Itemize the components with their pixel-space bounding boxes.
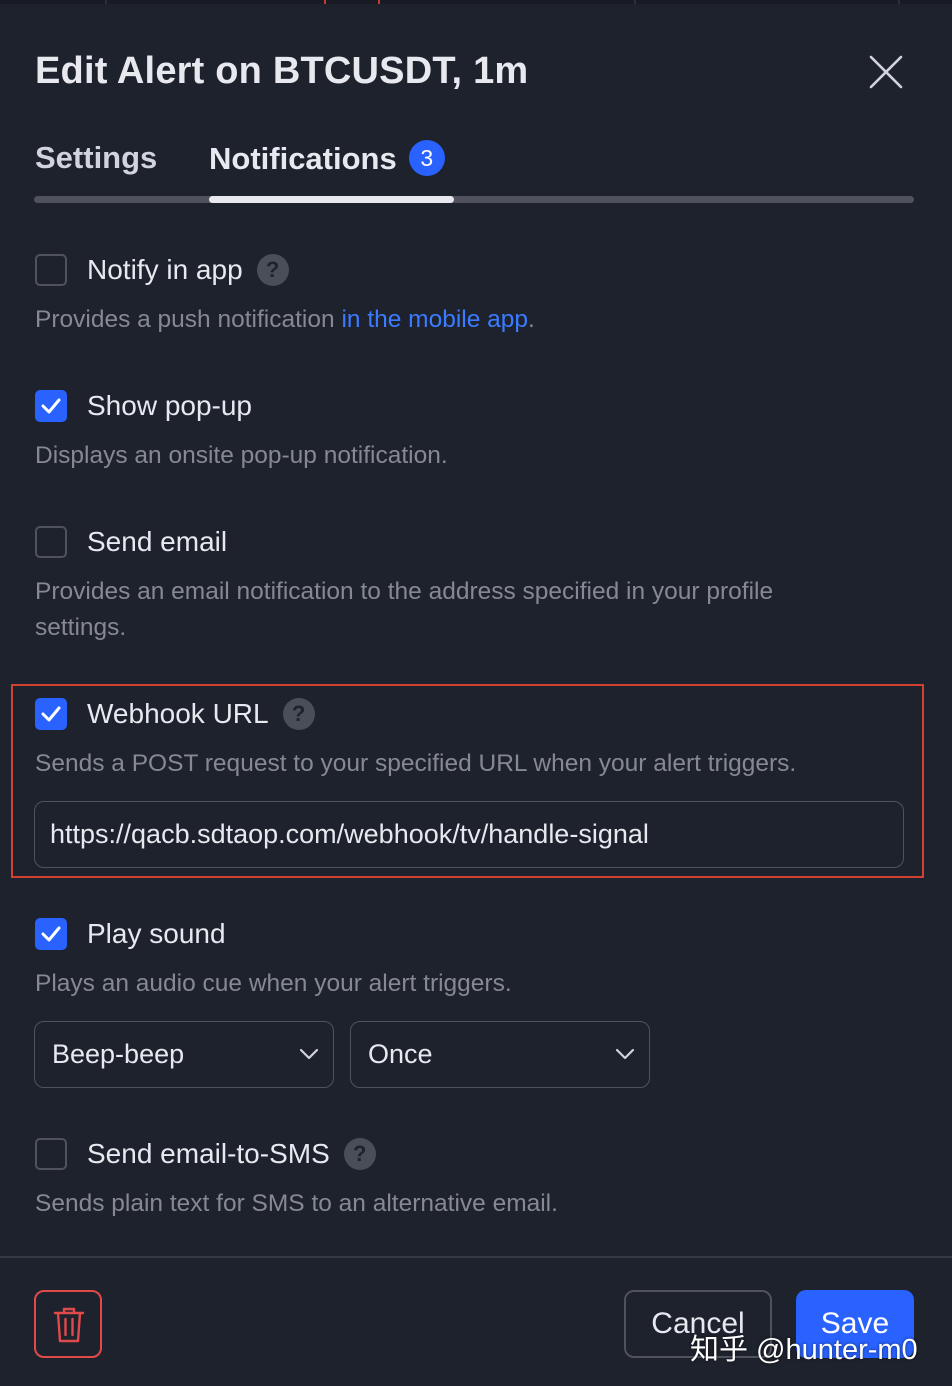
show-popup-label: Show pop-up: [87, 390, 253, 421]
chart-edge-strip: [0, 0, 952, 4]
play-sound-label: Play sound: [87, 918, 226, 949]
trash-icon: [53, 1307, 85, 1343]
delete-alert-button[interactable]: [34, 1290, 102, 1358]
send-email-desc-line1: Provides an email notification to the ad…: [35, 578, 774, 605]
dialog-title: Edit Alert on BTCUSDT, 1m: [35, 50, 529, 92]
play-sound-description: Plays an audio cue when your alert trigg…: [35, 970, 512, 997]
tab-notifications-label: Notifications: [209, 141, 397, 176]
show-popup-checkbox[interactable]: [35, 390, 67, 422]
help-icon[interactable]: ?: [256, 254, 289, 286]
footer-divider: [0, 1256, 952, 1258]
mobile-app-link[interactable]: in the mobile app: [341, 306, 528, 333]
send-email-to-sms-description: Sends plain text for SMS to an alternati…: [35, 1190, 558, 1217]
send-email-desc-line2: settings.: [35, 614, 127, 641]
chart-tick-red: [378, 0, 380, 4]
check-icon: [41, 398, 61, 414]
close-button[interactable]: [866, 52, 906, 92]
check-icon: [41, 706, 61, 722]
notify-in-app-description: Provides a push notification in the mobi…: [35, 302, 535, 338]
option-notify-in-app: Notify in app ? Provides a push notifica…: [35, 252, 535, 338]
show-popup-description: Displays an onsite pop-up notification.: [35, 442, 448, 469]
send-email-label: Send email: [87, 526, 228, 557]
chart-tick: [898, 0, 900, 4]
send-email-to-sms-label: Send email-to-SMS: [87, 1138, 330, 1169]
tab-active-indicator: [209, 196, 454, 203]
option-show-popup: Show pop-up Displays an onsite pop-up no…: [35, 388, 448, 474]
close-icon: [869, 55, 903, 89]
sound-select-value: Beep-beep: [52, 1039, 185, 1069]
help-icon[interactable]: ?: [343, 1138, 376, 1170]
send-email-description: Provides an email notification to the ad…: [35, 574, 773, 646]
option-play-sound: Play sound Plays an audio cue when your …: [35, 916, 512, 1002]
webhook-url-description: Sends a POST request to your specified U…: [35, 750, 797, 777]
webhook-url-checkbox[interactable]: [35, 698, 67, 730]
webhook-url-input[interactable]: https://qacb.sdtaop.com/webhook/tv/handl…: [34, 801, 904, 868]
tab-notifications[interactable]: Notifications 3: [209, 140, 445, 177]
chevron-down-icon: [299, 1048, 319, 1060]
help-icon[interactable]: ?: [282, 698, 315, 730]
chevron-down-icon: [615, 1048, 635, 1060]
chart-tick: [105, 0, 107, 4]
tab-track: [34, 196, 914, 203]
option-webhook-url: Webhook URL ? Sends a POST request to yo…: [35, 696, 796, 782]
send-email-checkbox[interactable]: [35, 526, 67, 558]
tab-settings[interactable]: Settings: [35, 140, 157, 176]
chart-tick-red: [324, 0, 326, 4]
notifications-count-badge: 3: [408, 140, 445, 176]
webhook-url-label: Webhook URL: [87, 698, 269, 729]
repeat-select-value: Once: [368, 1039, 433, 1069]
notify-in-app-checkbox[interactable]: [35, 254, 67, 286]
repeat-select[interactable]: Once: [350, 1021, 650, 1088]
play-sound-checkbox[interactable]: [35, 918, 67, 950]
tab-settings-label: Settings: [35, 140, 158, 175]
send-email-to-sms-checkbox[interactable]: [35, 1138, 67, 1170]
chart-tick: [634, 0, 636, 4]
notify-in-app-desc-text: Provides a push notification: [35, 306, 342, 333]
sound-select[interactable]: Beep-beep: [34, 1021, 334, 1088]
option-send-email: Send email Provides an email notificatio…: [35, 524, 773, 646]
check-icon: [41, 926, 61, 942]
notify-in-app-desc-end: .: [528, 306, 535, 333]
option-send-email-to-sms: Send email-to-SMS ? Sends plain text for…: [35, 1136, 558, 1222]
notify-in-app-label: Notify in app: [87, 254, 243, 285]
watermark: 知乎 @hunter-m0: [690, 1334, 918, 1366]
